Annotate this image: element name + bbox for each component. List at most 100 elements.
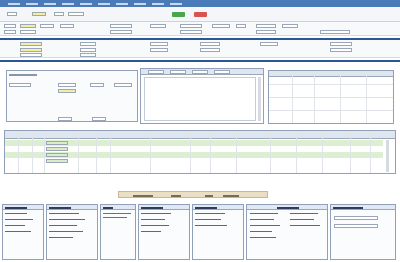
form-field[interactable] (80, 42, 96, 46)
form-field[interactable] (20, 24, 36, 28)
nav-item[interactable] (98, 2, 110, 5)
grid-line (110, 131, 111, 173)
save-button[interactable] (172, 12, 185, 17)
form-field[interactable] (40, 24, 54, 28)
panel-link[interactable] (5, 225, 25, 227)
footer-action[interactable] (223, 194, 239, 197)
panel-link[interactable] (141, 225, 169, 227)
alert-text (103, 213, 131, 215)
panel-link[interactable] (49, 219, 85, 221)
detail-field[interactable] (58, 83, 76, 87)
grid-line (210, 131, 211, 173)
panel-link[interactable] (250, 225, 280, 227)
panel-link[interactable] (195, 219, 221, 221)
grid-line (96, 131, 97, 173)
nav-item[interactable] (170, 2, 182, 5)
nav-item[interactable] (8, 2, 20, 5)
type-field[interactable] (54, 12, 64, 16)
panel-link[interactable] (49, 231, 83, 233)
form-field[interactable] (150, 24, 166, 28)
table-cell-input[interactable] (46, 153, 68, 157)
form-field[interactable] (110, 30, 132, 34)
detail-field[interactable] (92, 117, 106, 121)
list-filter-field[interactable] (170, 70, 186, 74)
form-field[interactable] (212, 24, 230, 28)
panel-link[interactable] (141, 219, 165, 221)
form-field[interactable] (200, 48, 220, 52)
form-field[interactable] (180, 30, 202, 34)
panel-link[interactable] (290, 219, 314, 221)
nav-item[interactable] (44, 2, 56, 5)
panel-link[interactable] (49, 213, 79, 215)
form-field[interactable] (150, 48, 168, 52)
panel-link[interactable] (49, 225, 77, 227)
list-scrollbar[interactable] (258, 77, 261, 121)
form-field[interactable] (200, 42, 220, 46)
form-field[interactable] (256, 30, 276, 34)
table-cell-input[interactable] (46, 147, 68, 151)
panel-link[interactable] (250, 219, 274, 221)
table-scrollbar[interactable] (386, 140, 389, 172)
panel-link[interactable] (290, 225, 320, 227)
nav-item[interactable] (80, 2, 92, 5)
footer-action[interactable] (133, 194, 153, 197)
form-field[interactable] (20, 53, 42, 57)
nav-item[interactable] (134, 2, 146, 5)
form-field[interactable] (20, 48, 42, 52)
status-field[interactable] (32, 12, 46, 16)
form-field[interactable] (20, 42, 42, 46)
grid-line (270, 131, 271, 173)
detail-field[interactable] (114, 83, 132, 87)
form-field[interactable] (110, 24, 132, 28)
form-field[interactable] (330, 48, 352, 52)
form-field[interactable] (320, 30, 350, 34)
form-field[interactable] (330, 42, 352, 46)
panel-link[interactable] (250, 237, 276, 239)
form-field[interactable] (4, 24, 16, 28)
panel-link[interactable] (49, 237, 73, 239)
panel-link[interactable] (141, 213, 171, 215)
panel-link[interactable] (250, 213, 278, 215)
delete-button[interactable] (194, 12, 207, 17)
form-field[interactable] (60, 24, 74, 28)
form-field[interactable] (256, 24, 276, 28)
grid-line (350, 131, 351, 173)
panel-link[interactable] (141, 231, 161, 233)
form-field[interactable] (4, 30, 16, 34)
nav-item[interactable] (116, 2, 128, 5)
panel-link[interactable] (5, 219, 33, 221)
detail-field[interactable] (58, 117, 72, 121)
detail-field[interactable] (9, 83, 31, 87)
form-field[interactable] (80, 53, 96, 57)
form-field[interactable] (282, 24, 298, 28)
form-field[interactable] (150, 42, 168, 46)
record-id-field[interactable] (7, 12, 17, 16)
panel-link[interactable] (195, 213, 225, 215)
panel-link[interactable] (250, 231, 272, 233)
panel-link[interactable] (195, 225, 227, 227)
panel-select[interactable] (334, 224, 378, 228)
panel-link[interactable] (5, 213, 27, 215)
nav-item[interactable] (26, 2, 38, 5)
form-field[interactable] (20, 30, 36, 34)
nav-item[interactable] (62, 2, 74, 5)
detail-field[interactable] (58, 89, 76, 93)
form-field[interactable] (80, 48, 96, 52)
table-cell-input[interactable] (46, 141, 68, 145)
list-filter-field[interactable] (148, 70, 164, 74)
nav-item[interactable] (152, 2, 164, 5)
form-field[interactable] (236, 24, 246, 28)
mode-field[interactable] (68, 12, 84, 16)
footer-action[interactable] (205, 194, 213, 197)
detail-field[interactable] (90, 83, 104, 87)
panel-link[interactable] (290, 213, 318, 215)
form-field[interactable] (180, 24, 202, 28)
panel-link[interactable] (5, 231, 31, 233)
list-box[interactable] (144, 77, 256, 121)
panel-select[interactable] (334, 216, 378, 220)
list-filter-field[interactable] (214, 70, 230, 74)
list-filter-field[interactable] (192, 70, 208, 74)
footer-action[interactable] (171, 194, 181, 197)
table-cell-input[interactable] (46, 159, 68, 163)
form-field[interactable] (260, 42, 278, 46)
